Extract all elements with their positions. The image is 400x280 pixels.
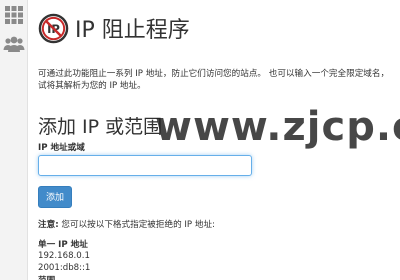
sidebar [0, 0, 28, 280]
page: IP IP 阻止程序 可通过此功能阻止一系列 IP 地址，防止它们访问您的站点。… [0, 0, 400, 280]
grid-icon[interactable] [3, 4, 25, 26]
example-ipv6: 2001:db8::1 [38, 263, 91, 273]
format-note: 注意: 您可以按以下格式指定被拒绝的 IP 地址: [38, 218, 215, 230]
add-button[interactable]: 添加 [38, 186, 72, 208]
description-line-1: 可通过此功能阻止一系列 IP 地址，防止它们访问您的站点。 也可以输入一个完全限… [38, 69, 390, 79]
note-label: 注意: [38, 220, 59, 230]
note-text: 您可以按以下格式指定被拒绝的 IP 地址: [58, 220, 215, 230]
page-header: IP IP 阻止程序 [38, 11, 190, 45]
ip-address-input[interactable] [38, 155, 252, 176]
add-section-title: 添加 IP 或范围 [38, 116, 163, 138]
main-content: IP IP 阻止程序 可通过此功能阻止一系列 IP 地址，防止它们访问您的站点。… [38, 0, 394, 280]
range-heading: 范围 [38, 274, 55, 280]
example-ipv4: 192.168.0.1 [38, 251, 90, 261]
page-description: 可通过此功能阻止一系列 IP 地址，防止它们访问您的站点。 也可以输入一个完全限… [38, 68, 394, 92]
page-title: IP 阻止程序 [75, 18, 190, 43]
description-line-2: 试将其解析为您的 IP 地址。 [38, 81, 146, 91]
single-ip-heading: 单一 IP 地址 [38, 240, 88, 250]
ip-field-label: IP 地址或域 [38, 143, 85, 153]
users-icon[interactable] [3, 33, 25, 55]
block-ip-icon: IP [38, 13, 69, 44]
